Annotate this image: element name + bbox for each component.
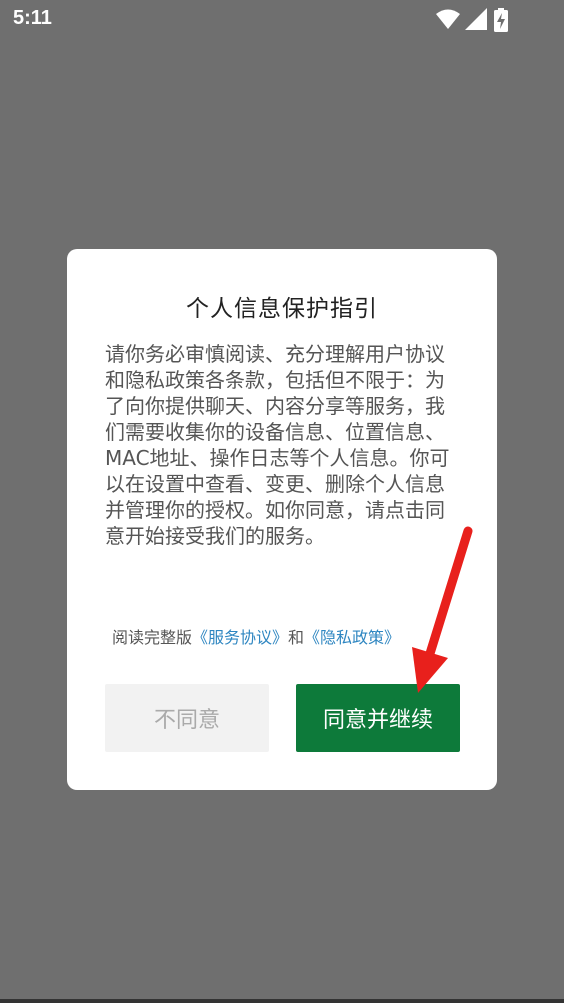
links-and: 和: [288, 628, 305, 647]
dialog-title: 个人信息保护指引: [186, 296, 378, 322]
privacy-dialog: 个人信息保护指引 请你务必审慎阅读、充分理解用户协议和隐私政策各条款，包括但不限…: [67, 249, 497, 790]
status-bar: 5:11: [0, 0, 564, 38]
disagree-button[interactable]: 不同意: [105, 684, 269, 752]
wifi-icon: [436, 9, 460, 29]
signal-icon: [465, 8, 487, 30]
status-icons: [436, 8, 524, 32]
status-time: 5:11: [13, 7, 52, 29]
agree-continue-button[interactable]: 同意并继续: [296, 684, 460, 752]
service-agreement-link[interactable]: 《服务协议》: [192, 628, 288, 647]
navigation-bar: [0, 999, 564, 1003]
dialog-links-line: 阅读完整版《服务协议》和《隐私政策》: [112, 624, 472, 648]
dialog-body-text: 请你务必审慎阅读、充分理解用户协议和隐私政策各条款，包括但不限于：为了向你提供聊…: [105, 342, 450, 548]
links-prefix: 阅读完整版: [112, 628, 193, 647]
privacy-policy-link[interactable]: 《隐私政策》: [304, 628, 400, 647]
battery-charging-icon: [494, 8, 508, 32]
